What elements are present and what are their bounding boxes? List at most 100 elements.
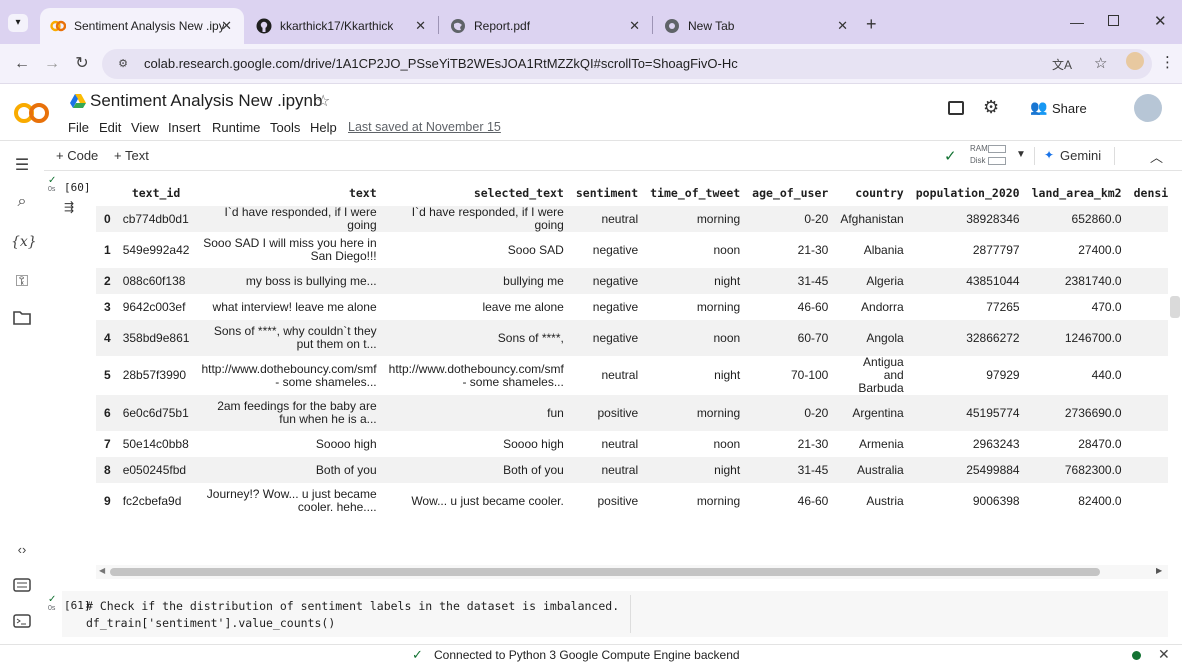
forward-icon[interactable]: → xyxy=(42,54,62,74)
toolbar-divider xyxy=(1114,147,1115,165)
scrollbar-thumb[interactable] xyxy=(110,568,1100,576)
table-cell-time: night xyxy=(714,273,741,288)
column-header: text xyxy=(348,186,377,200)
menu-edit[interactable]: Edit xyxy=(99,120,121,135)
comments-icon[interactable] xyxy=(948,101,964,115)
table-cell-selected_text: fun xyxy=(547,405,564,420)
new-tab-button[interactable]: + xyxy=(866,14,877,35)
table-cell-idx: 9 xyxy=(104,493,111,508)
code-line-comment[interactable]: # Check if the distribution of sentiment… xyxy=(86,599,619,613)
table-row: 8 e050245fbd Both of you Both of you neutral… xyxy=(96,457,1168,483)
menu-view[interactable]: View xyxy=(131,120,159,135)
close-status-icon[interactable]: ✕ xyxy=(1158,646,1170,663)
table-of-contents-icon[interactable]: ☰ xyxy=(11,155,33,177)
close-icon[interactable]: ✕ xyxy=(837,18,848,34)
restore-icon[interactable] xyxy=(1108,15,1119,26)
address-bar[interactable]: ⚙ colab.research.google.com/drive/1A1CP2… xyxy=(102,49,1152,79)
share-icon[interactable]: 👥 xyxy=(1030,99,1047,116)
site-settings-icon[interactable]: ⚙ xyxy=(112,55,134,73)
dataframe-body: 0 cb774db0d1 I`d have responded, if I were… xyxy=(96,206,1168,519)
gemini-icon[interactable]: ✦ xyxy=(1044,148,1054,162)
column-header: sentiment xyxy=(575,186,639,200)
secrets-key-icon[interactable]: ⚿ xyxy=(11,271,33,293)
table-cell-text_id: 9642c003ef xyxy=(122,299,186,314)
menu-file[interactable]: File xyxy=(68,120,89,135)
variables-icon[interactable]: {x} xyxy=(11,231,37,253)
last-saved-link[interactable]: Last saved at November 15 xyxy=(348,120,501,134)
back-icon[interactable]: ← xyxy=(12,54,32,74)
table-cell-sentiment: neutral xyxy=(601,211,639,226)
table-cell-time: morning xyxy=(696,493,741,508)
bookmark-star-icon[interactable]: ☆ xyxy=(1094,54,1107,72)
table-cell-idx: 6 xyxy=(104,405,111,420)
tab-new-tab[interactable]: New Tab ✕ xyxy=(654,8,860,44)
code-snippets-icon[interactable]: ‹› xyxy=(11,539,33,561)
close-icon[interactable]: ✕ xyxy=(415,18,426,34)
column-header: land_area_km2 xyxy=(1031,186,1122,200)
terminal-icon[interactable] xyxy=(11,613,33,635)
horizontal-scrollbar[interactable]: ◀ ▶ xyxy=(96,565,1168,579)
table-cell-text_id: 549e992a42 xyxy=(122,242,190,257)
table-cell-idx: 7 xyxy=(104,436,111,451)
runtime-dropdown-icon[interactable]: ▼ xyxy=(1016,149,1026,160)
close-window-icon[interactable]: ✕ xyxy=(1154,12,1167,30)
cell-divider xyxy=(630,595,631,633)
add-text-button[interactable]: + Text xyxy=(114,148,149,163)
menu-runtime[interactable]: Runtime xyxy=(212,120,260,135)
colab-logo[interactable] xyxy=(14,102,50,129)
table-row: 3 9642c003ef what interview! leave me alon… xyxy=(96,294,1168,320)
search-icon[interactable]: ⌕ xyxy=(11,191,33,213)
tab-github[interactable]: kkarthick17/Kkarthick ✕ xyxy=(246,8,438,44)
cell-run-time: 0s xyxy=(48,605,56,612)
star-icon[interactable]: ☆ xyxy=(316,91,330,111)
settings-gear-icon[interactable]: ⚙ xyxy=(983,97,999,118)
code-cell-61[interactable]: [61] # Check if the distribution of sent… xyxy=(62,591,1168,637)
close-icon[interactable]: ✕ xyxy=(629,18,640,34)
reload-icon[interactable]: ↻ xyxy=(72,54,92,74)
user-avatar[interactable] xyxy=(1134,94,1162,122)
table-cell-text_id: 358bd9e861 xyxy=(122,330,190,345)
output-actions-icon[interactable]: ⇶ xyxy=(64,200,74,214)
gemini-button[interactable]: Gemini xyxy=(1060,148,1101,163)
command-palette-icon[interactable] xyxy=(11,577,33,599)
collapse-chevron-icon[interactable]: ︿ xyxy=(1150,147,1163,166)
translate-icon[interactable]: 文A xyxy=(1052,56,1072,73)
files-folder-icon[interactable] xyxy=(11,309,33,331)
table-cell-text_id: cb774db0d1 xyxy=(122,211,189,226)
minimize-icon[interactable]: — xyxy=(1070,14,1084,30)
menu-tools[interactable]: Tools xyxy=(270,120,300,135)
table-cell-pop: 25499884 xyxy=(966,462,1020,477)
tab-report[interactable]: Report.pdf ✕ xyxy=(440,8,652,44)
table-cell-densi xyxy=(1128,206,1168,232)
toolbar-divider xyxy=(1034,147,1035,165)
ram-disk-indicator[interactable]: RAM Disk xyxy=(966,144,1006,168)
add-code-button[interactable]: + Code xyxy=(56,148,98,163)
vertical-scrollbar-thumb[interactable] xyxy=(1170,296,1180,318)
table-cell-country: Albania xyxy=(863,242,904,257)
table-cell-idx: 4 xyxy=(104,330,111,345)
scroll-right-icon[interactable]: ▶ xyxy=(1156,566,1162,575)
table-cell-age: 21-30 xyxy=(797,436,829,451)
profile-avatar[interactable] xyxy=(1126,52,1144,70)
code-line[interactable]: df_train['sentiment'].value_counts() xyxy=(86,616,335,630)
connected-check-icon: ✓ xyxy=(944,148,957,165)
notebook-title[interactable]: Sentiment Analysis New .ipynb xyxy=(90,91,322,111)
close-icon[interactable]: ✕ xyxy=(221,18,232,34)
table-cell-text_id: 088c60f138 xyxy=(122,273,186,288)
table-cell-pop: 2877797 xyxy=(972,242,1020,257)
table-cell-time: morning xyxy=(696,299,741,314)
table-cell-pop: 2963243 xyxy=(972,436,1020,451)
tab-search-icon[interactable]: ▾ xyxy=(8,14,28,32)
menu-insert[interactable]: Insert xyxy=(168,120,201,135)
share-button[interactable]: Share xyxy=(1052,101,1087,116)
table-cell-selected_text: leave me alone xyxy=(482,299,564,314)
connected-check-icon: ✓ xyxy=(412,647,423,662)
table-row: 2 088c60f138 my boss is bullying me... bull… xyxy=(96,268,1168,294)
browser-menu-icon[interactable]: ⋮ xyxy=(1160,53,1175,71)
menu-help[interactable]: Help xyxy=(310,120,337,135)
scroll-left-icon[interactable]: ◀ xyxy=(99,566,105,575)
table-cell-time: night xyxy=(714,462,741,477)
table-cell-pop: 97929 xyxy=(986,368,1020,382)
tab-colab[interactable]: Sentiment Analysis New .ipynb ✕ xyxy=(40,8,244,44)
table-cell-densi xyxy=(1128,356,1168,395)
